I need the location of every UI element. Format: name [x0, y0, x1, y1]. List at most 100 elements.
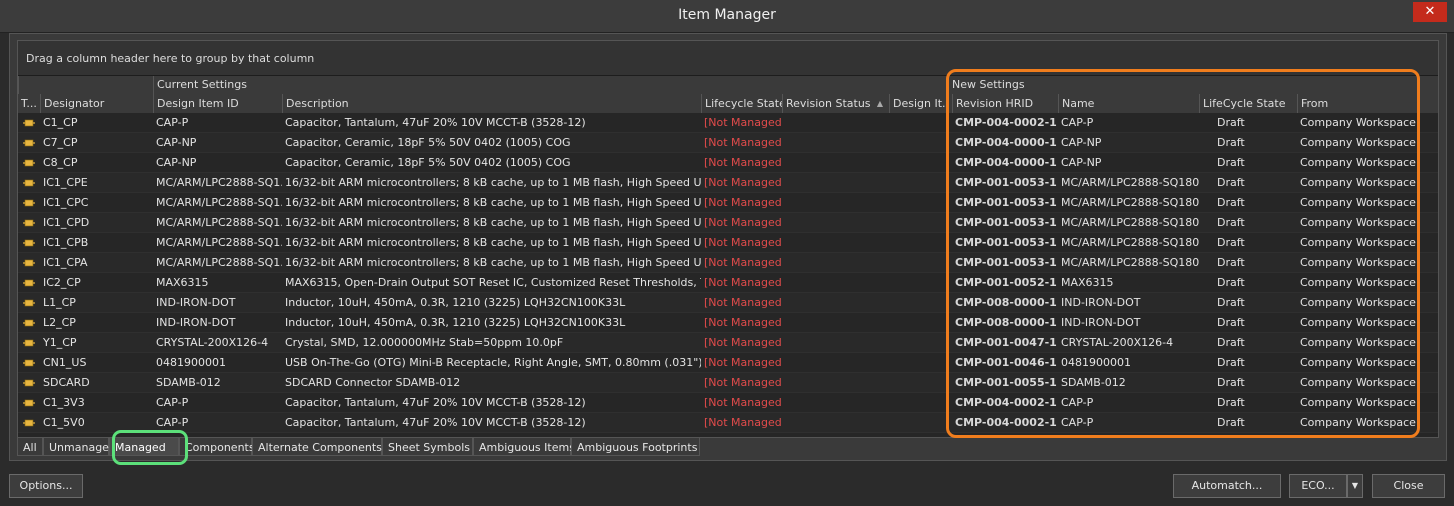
cell-state: Draft — [1217, 196, 1245, 209]
table-row[interactable]: C8_CP CAP-NP Capacitor, Ceramic, 18pF 5% 5… — [18, 153, 1438, 173]
tab-ambiguous-footprints[interactable]: Ambiguous Footprints — [571, 437, 700, 456]
grid-rows: C1_CP CAP-P Capacitor, Tantalum, 47uF 20% … — [18, 113, 1438, 437]
table-row[interactable]: C1_CP CAP-P Capacitor, Tantalum, 47uF 20% … — [18, 113, 1438, 133]
cell-from: Company Workspace — [1300, 296, 1416, 309]
tab-alternate-components[interactable]: Alternate Components — [252, 437, 382, 456]
column-header-row: T... Designator Design Item ID Descripti… — [18, 94, 1438, 114]
cell-state: Draft — [1217, 356, 1245, 369]
col-header-new-lifecycle-state[interactable]: LifeCycle State — [1199, 94, 1297, 113]
cell-lifecycle: [Not Managed] — [704, 316, 782, 329]
cell-hrid: CMP-001-0053-1 — [955, 236, 1057, 249]
component-icon — [23, 399, 35, 407]
cell-from: Company Workspace — [1300, 416, 1416, 429]
tab-managed[interactable]: Managed — [109, 437, 179, 456]
table-row[interactable]: SDCARD SDAMB-012 SDCARD Connector SDAMB-01… — [18, 373, 1438, 393]
component-icon — [23, 239, 35, 247]
component-icon — [23, 339, 35, 347]
component-icon — [23, 259, 35, 267]
col-header-revision-hrid[interactable]: Revision HRID — [952, 94, 1058, 113]
cell-from: Company Workspace — [1300, 336, 1416, 349]
table-row[interactable]: IC2_CP MAX6315 MAX6315, Open-Drain Output … — [18, 273, 1438, 293]
cell-name: LED-RGB-5MM-RA — [1058, 433, 1199, 437]
tab-all[interactable]: All — [17, 437, 43, 456]
cell-hrid: CMP-001-0053-1 — [955, 176, 1057, 189]
group-by-area[interactable]: Drag a column header here to group by th… — [18, 41, 1438, 76]
table-row[interactable]: C7_CP CAP-NP Capacitor, Ceramic, 18pF 5% 5… — [18, 133, 1438, 153]
item-grid: Drag a column header here to group by th… — [17, 40, 1439, 438]
table-row[interactable]: L1_CP IND-IRON-DOT Inductor, 10uH, 450mA, … — [18, 293, 1438, 313]
col-header-revision-status[interactable]: Revision Status ▲ — [782, 94, 889, 113]
col-header-designator[interactable]: Designator — [40, 94, 153, 113]
col-header-description[interactable]: Description — [282, 94, 701, 113]
cell-hrid: CMP-009-0000-1 — [952, 433, 1058, 437]
cell-from: Company Workspace — [1300, 156, 1416, 169]
table-row[interactable]: CN1_US 0481900001 USB On-The-Go (OTG) Mini… — [18, 353, 1438, 373]
cell-state: Draft — [1217, 236, 1245, 249]
cell-state: Draft — [1217, 396, 1245, 409]
component-icon — [23, 379, 35, 387]
cell-name: CAP-P — [1061, 416, 1094, 429]
eco-button[interactable]: ECO... — [1289, 474, 1347, 498]
cell-name: IND-IRON-DOT — [1061, 296, 1141, 309]
close-button[interactable]: Close — [1372, 474, 1445, 498]
table-row[interactable]: IC1_CPA MC/ARM/LPC2888-SQ1... 16/32-bit AR… — [18, 253, 1438, 273]
band-new-settings: New Settings — [948, 76, 1424, 94]
cell-name: SDAMB-012 — [1061, 376, 1126, 389]
cell-description: Capacitor, Tantalum, 47uF 20% 10V MCCT-B… — [285, 416, 586, 429]
cell-state: Draft — [1217, 336, 1245, 349]
cell-designator: Y1_CP — [43, 336, 77, 349]
tab-components[interactable]: Components — [179, 437, 255, 456]
table-row[interactable]: IC1_CPE MC/ARM/LPC2888-SQ1... 16/32-bit AR… — [18, 173, 1438, 193]
eco-dropdown-icon[interactable]: ▼ — [1347, 474, 1363, 498]
cell-design-item-id: IND-IRON-DOT — [156, 296, 236, 309]
cell-from: Company Workspace — [1300, 356, 1416, 369]
cell-hrid: CMP-001-0053-1 — [955, 256, 1057, 269]
col-header-name[interactable]: Name — [1058, 94, 1199, 113]
cell-hrid: CMP-001-0055-1 — [955, 376, 1057, 389]
cell-design-item-id: 0481900001 — [156, 356, 226, 369]
col-header-lifecycle-state[interactable]: Lifecycle State — [701, 94, 782, 113]
cell-hrid: CMP-001-0053-1 — [955, 196, 1057, 209]
tab-unmanaged[interactable]: Unmanaged — [43, 437, 116, 456]
cell-description: 16/32-bit ARM microcontrollers; 8 kB cac… — [285, 176, 701, 189]
automatch-button[interactable]: Automatch... — [1173, 474, 1281, 498]
close-window-button[interactable]: ✕ — [1413, 2, 1447, 22]
cell-from: Company Workspace — [1300, 256, 1416, 269]
cell-lifecycle: [Not Managed] — [704, 256, 782, 269]
col-header-design-item-id[interactable]: Design Item ID — [153, 94, 282, 113]
table-row[interactable]: IC1_CPD MC/ARM/LPC2888-SQ1... 16/32-bit AR… — [18, 213, 1438, 233]
tab-sheet-symbols[interactable]: Sheet Symbols — [382, 437, 473, 456]
cell-lifecycle: [Not Managed] — [704, 236, 782, 249]
cell-design-item-id: MC/ARM/LPC2888-SQ1... — [156, 216, 282, 229]
eco-label: ECO... — [1301, 479, 1335, 492]
table-row[interactable]: C1_3V3 CAP-P Capacitor, Tantalum, 47uF 20%… — [18, 393, 1438, 413]
cell-name: IND-IRON-DOT — [1061, 316, 1141, 329]
table-row[interactable]: IC1_CPC MC/ARM/LPC2888-SQ1... 16/32-bit AR… — [18, 193, 1438, 213]
cell-name: CAP-NP — [1061, 156, 1102, 169]
col-header-design-item[interactable]: Design It... — [889, 94, 948, 113]
col-header-type[interactable]: T... — [18, 94, 40, 113]
table-row[interactable]: L2_CP IND-IRON-DOT Inductor, 10uH, 450mA, … — [18, 313, 1438, 333]
cell-description: Crystal, SMD, 12.000000MHz Stab=50ppm 10… — [285, 336, 564, 349]
cell-designator: IC2_CP — [43, 276, 81, 289]
cell-hrid: CMP-008-0000-1 — [955, 296, 1057, 309]
band-blank — [18, 76, 153, 94]
options-button[interactable]: Options... — [9, 474, 83, 498]
component-icon — [23, 119, 35, 127]
tab-ambiguous-items[interactable]: Ambiguous Items — [473, 437, 575, 456]
cell-name: MC/ARM/LPC2888-SQ180 — [1061, 236, 1199, 249]
table-row[interactable]: Y1_CP CRYSTAL-200X126-4 Crystal, SMD, 12.0… — [18, 333, 1438, 353]
cell-hrid: CMP-004-0000-1 — [955, 156, 1057, 169]
cell-designator: IC1_CPD — [43, 216, 90, 229]
cell-designator: SDCARD — [43, 376, 90, 389]
cell-from: Company Workspace — [1300, 116, 1416, 129]
table-row[interactable]: C1_5V0 CAP-P Capacitor, Tantalum, 47uF 20%… — [18, 413, 1438, 433]
cell-designator: IC1_CPA — [43, 256, 88, 269]
cell-state: Draft — [1217, 116, 1245, 129]
col-header-from[interactable]: From — [1297, 94, 1424, 113]
cell-design-item-id: IND-IRON-DOT — [156, 316, 236, 329]
table-row[interactable]: IC1_CPB MC/ARM/LPC2888-SQ1... 16/32-bit AR… — [18, 233, 1438, 253]
cell-design-item-id: CAP-NP — [156, 156, 197, 169]
cell-from: Company Workspace — [1300, 176, 1416, 189]
component-icon — [23, 299, 35, 307]
